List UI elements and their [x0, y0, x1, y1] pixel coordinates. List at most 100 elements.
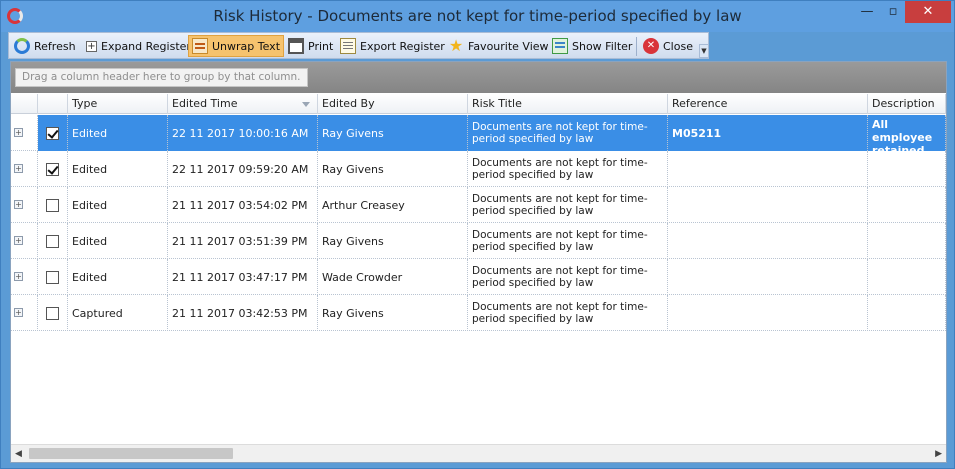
row-checkbox-cell [38, 223, 68, 259]
row-checkbox[interactable] [46, 126, 59, 140]
cell-edited-by[interactable]: Ray Givens [318, 223, 468, 259]
export-register-button[interactable]: Export Register [337, 35, 448, 57]
expand-register-button[interactable]: + Expand Register [83, 35, 194, 57]
row-checkbox[interactable] [46, 198, 59, 212]
cell-edited-time[interactable]: 21 11 2017 03:47:17 PM [168, 259, 318, 295]
cell-edited-by[interactable]: Ray Givens [318, 151, 468, 187]
cell-edited-time[interactable]: 21 11 2017 03:51:39 PM [168, 223, 318, 259]
cell-edited-time[interactable]: 22 11 2017 10:00:16 AM [168, 115, 318, 151]
unwrap-text-label: Unwrap Text [212, 39, 281, 53]
scroll-left-arrow-icon[interactable]: ◀ [15, 449, 22, 459]
column-header-edited-by[interactable]: Edited By [318, 94, 468, 114]
export-register-label: Export Register [360, 39, 445, 53]
minimize-button[interactable]: — [853, 1, 881, 23]
wrap-text-icon [192, 38, 208, 54]
cell-type[interactable]: Edited [68, 115, 168, 151]
table-row[interactable]: + Captured 21 11 2017 03:42:53 PM Ray Given… [11, 295, 946, 331]
favourite-view-button[interactable]: ★ Favourite View [445, 35, 552, 57]
table-row[interactable]: + Edited 21 11 2017 03:54:02 PM Arthur Crea… [11, 187, 946, 223]
row-checkbox-cell [38, 295, 68, 331]
cell-description[interactable] [868, 151, 946, 187]
cell-description[interactable] [868, 187, 946, 223]
cell-type[interactable]: Edited [68, 259, 168, 295]
print-button[interactable]: Print [285, 35, 336, 57]
show-filter-button[interactable]: Show Filter [549, 35, 635, 57]
cell-risk-title[interactable]: Documents are not kept for time-period s… [468, 115, 668, 151]
cell-edited-by[interactable]: Ray Givens [318, 115, 468, 151]
table-row[interactable]: + Edited 22 11 2017 09:59:20 AM Ray Givens D… [11, 151, 946, 187]
cell-type[interactable]: Edited [68, 187, 168, 223]
row-checkbox-cell [38, 115, 68, 151]
toolbar: Refresh + Expand Register Unwrap Text Pr… [8, 32, 709, 59]
group-by-panel[interactable]: Drag a column header here to group by th… [11, 62, 946, 93]
cell-risk-title[interactable]: Documents are not kept for time-period s… [468, 223, 668, 259]
row-checkbox[interactable] [46, 306, 59, 320]
row-checkbox[interactable] [46, 270, 59, 284]
maximize-button[interactable]: ▫ [879, 1, 907, 23]
scroll-right-arrow-icon[interactable]: ▶ [935, 449, 942, 459]
column-header-type[interactable]: Type [68, 94, 168, 114]
cell-edited-time[interactable]: 21 11 2017 03:54:02 PM [168, 187, 318, 223]
cell-reference[interactable] [668, 151, 868, 187]
cell-reference[interactable]: M05211 [668, 115, 868, 151]
row-expand-plus-icon[interactable]: + [14, 164, 23, 173]
column-header-risk-title[interactable]: Risk Title [468, 94, 668, 114]
cell-risk-title[interactable]: Documents are not kept for time-period s… [468, 151, 668, 187]
row-expander-cell: + [11, 187, 38, 223]
risk-history-window: Risk History - Documents are not kept fo… [0, 0, 955, 469]
column-header-description[interactable]: Description [868, 94, 946, 114]
cell-type[interactable]: Edited [68, 151, 168, 187]
row-expand-plus-icon[interactable]: + [14, 128, 23, 137]
row-expander-cell: + [11, 223, 38, 259]
cell-description[interactable] [868, 295, 946, 331]
filter-grid-icon [552, 38, 568, 54]
row-expand-plus-icon[interactable]: + [14, 200, 23, 209]
cell-risk-title[interactable]: Documents are not kept for time-period s… [468, 259, 668, 295]
refresh-button[interactable]: Refresh [11, 35, 79, 57]
cell-reference[interactable] [668, 295, 868, 331]
row-expand-plus-icon[interactable]: + [14, 272, 23, 281]
cell-edited-by[interactable]: Ray Givens [318, 295, 468, 331]
cell-type[interactable]: Edited [68, 223, 168, 259]
table-row[interactable]: + Edited 22 11 2017 10:00:16 AM Ray Givens D… [11, 115, 946, 151]
cell-description[interactable] [868, 259, 946, 295]
row-checkbox[interactable] [46, 162, 59, 176]
row-expand-plus-icon[interactable]: + [14, 308, 23, 317]
row-expander-cell: + [11, 115, 38, 151]
table-row[interactable]: + Edited 21 11 2017 03:47:17 PM Wade Crowde… [11, 259, 946, 295]
cell-risk-title[interactable]: Documents are not kept for time-period s… [468, 187, 668, 223]
horizontal-scrollbar[interactable]: ◀ ▶ [11, 444, 946, 462]
cell-reference[interactable] [668, 223, 868, 259]
scrollbar-thumb[interactable] [29, 448, 233, 459]
refresh-icon [14, 38, 30, 54]
unwrap-text-button[interactable]: Unwrap Text [188, 35, 285, 57]
toolbar-overflow-button[interactable]: ▼ [699, 44, 709, 58]
row-checkbox[interactable] [46, 234, 59, 248]
close-button[interactable]: ✕ Close [640, 35, 696, 57]
cell-type[interactable]: Captured [68, 295, 168, 331]
cell-edited-time[interactable]: 21 11 2017 03:42:53 PM [168, 295, 318, 331]
title-bar[interactable]: Risk History - Documents are not kept fo… [1, 1, 954, 32]
close-label: Close [663, 39, 693, 53]
table-row[interactable]: + Edited 21 11 2017 03:51:39 PM Ray Givens D… [11, 223, 946, 259]
cell-description[interactable] [868, 223, 946, 259]
column-header-edited-time[interactable]: Edited Time [168, 94, 318, 114]
cell-reference[interactable] [668, 187, 868, 223]
export-document-icon [340, 38, 356, 54]
window-close-button[interactable]: ✕ [905, 1, 951, 23]
cell-edited-by[interactable]: Arthur Creasey [318, 187, 468, 223]
expand-plus-icon: + [86, 40, 97, 52]
cell-description[interactable]: All employee retained elec than 7 years. [868, 115, 946, 151]
row-checkbox-cell [38, 259, 68, 295]
row-expand-plus-icon[interactable]: + [14, 236, 23, 245]
cell-reference[interactable] [668, 259, 868, 295]
cell-risk-title[interactable]: Documents are not kept for time-period s… [468, 295, 668, 331]
checkbox-column-header[interactable] [38, 94, 68, 114]
cell-edited-by[interactable]: Wade Crowder [318, 259, 468, 295]
row-expander-cell: + [11, 259, 38, 295]
print-label: Print [308, 39, 334, 53]
window-title: Risk History - Documents are not kept fo… [213, 7, 742, 25]
row-expander-cell: + [11, 151, 38, 187]
cell-edited-time[interactable]: 22 11 2017 09:59:20 AM [168, 151, 318, 187]
column-header-reference[interactable]: Reference [668, 94, 868, 114]
